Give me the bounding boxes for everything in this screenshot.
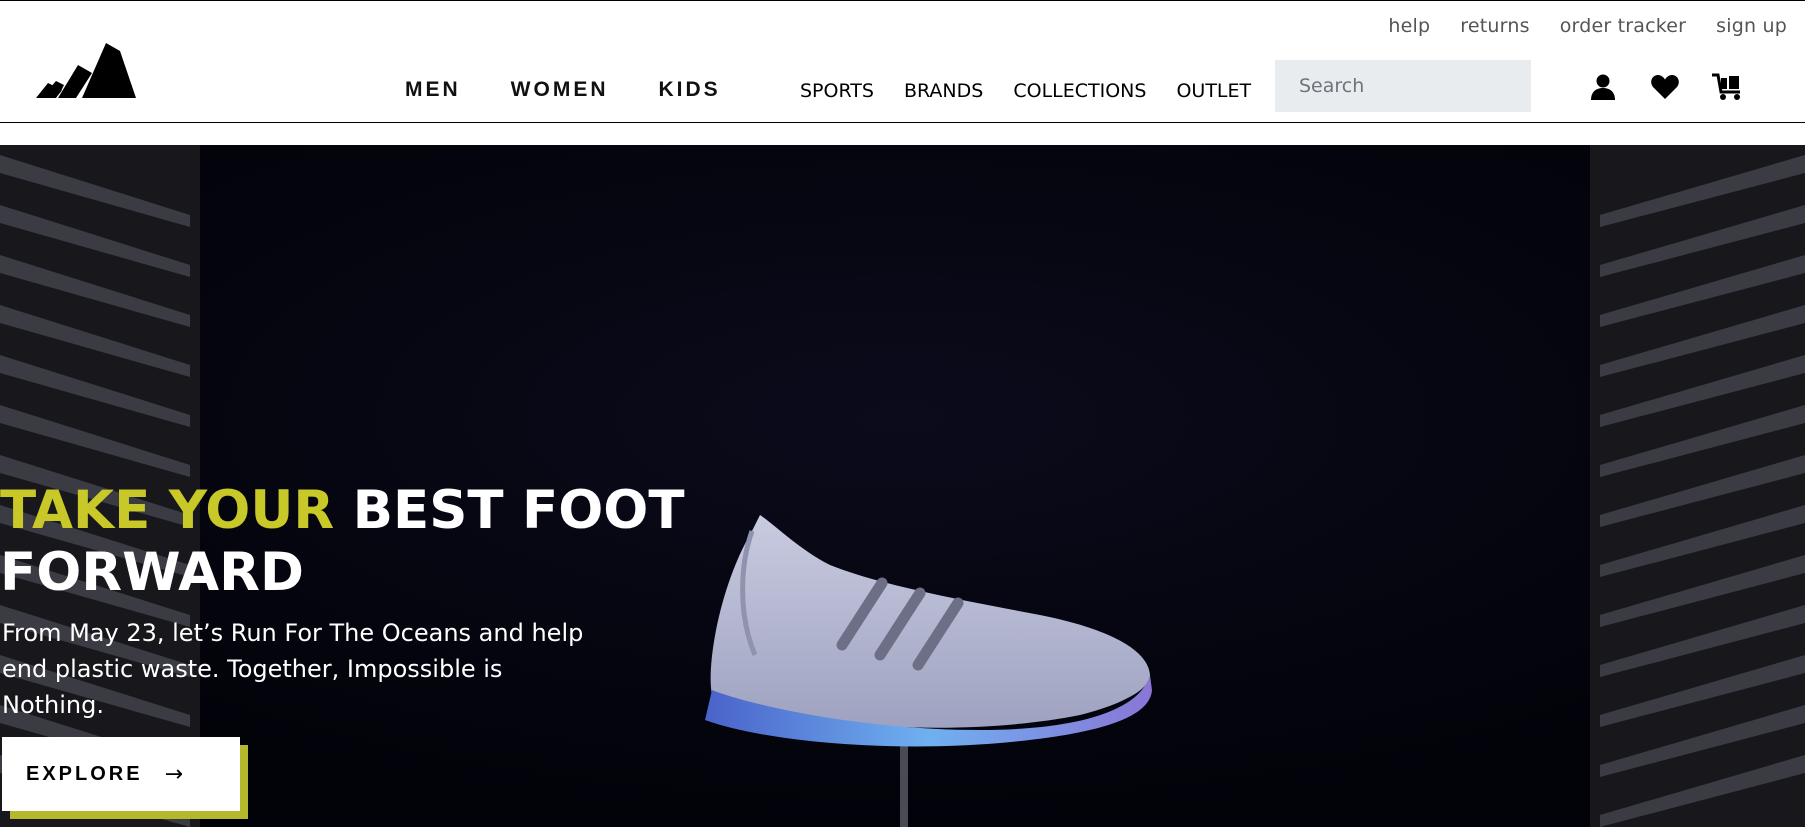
explore-label: EXPLORE: [26, 762, 143, 785]
order-tracker-link[interactable]: order tracker: [1560, 15, 1686, 37]
search-input[interactable]: [1275, 60, 1531, 112]
heart-icon[interactable]: [1650, 72, 1680, 102]
arrow-right-icon: →: [164, 761, 184, 787]
cart-icon[interactable]: [1712, 72, 1742, 102]
header-icons: [1588, 72, 1742, 102]
returns-link[interactable]: returns: [1460, 15, 1529, 37]
explore-cta: EXPLORE →: [2, 737, 248, 819]
help-link[interactable]: help: [1388, 15, 1430, 37]
nav-collections[interactable]: COLLECTIONS: [1013, 80, 1146, 102]
site-header: help returns order tracker sign up MEN W…: [0, 0, 1805, 123]
adidas-logo-icon[interactable]: [36, 41, 136, 101]
main-nav: MEN WOMEN KIDS: [405, 78, 721, 102]
headline-accent: TAKE YOUR: [0, 480, 335, 541]
nav-brands[interactable]: BRANDS: [904, 80, 983, 102]
nav-kids[interactable]: KIDS: [659, 78, 721, 102]
hero-banner: TAKE YOUR BEST FOOT FORWARD From May 23,…: [0, 145, 1805, 827]
secondary-nav: SPORTS BRANDS COLLECTIONS OUTLET: [800, 80, 1251, 102]
hero-headline: TAKE YOUR BEST FOOT FORWARD: [0, 480, 720, 604]
hero-subtext: From May 23, let’s Run For The Oceans an…: [2, 619, 584, 719]
explore-button[interactable]: EXPLORE →: [2, 737, 240, 811]
nav-men[interactable]: MEN: [405, 78, 461, 102]
sign-up-link[interactable]: sign up: [1716, 15, 1787, 37]
user-icon[interactable]: [1588, 72, 1618, 102]
nav-sports[interactable]: SPORTS: [800, 80, 874, 102]
right-foam-wall: [1590, 145, 1805, 827]
nav-women[interactable]: WOMEN: [511, 78, 609, 102]
utility-nav: help returns order tracker sign up: [1388, 15, 1787, 37]
nav-outlet[interactable]: OUTLET: [1176, 80, 1251, 102]
